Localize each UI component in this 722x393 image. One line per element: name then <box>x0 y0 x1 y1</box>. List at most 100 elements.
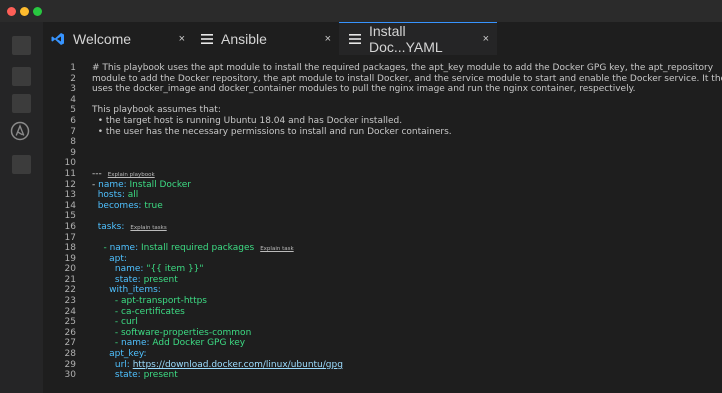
line-number: 27 <box>64 338 76 349</box>
yaml-key: name: <box>98 179 127 190</box>
yaml-key: hosts: <box>92 190 125 201</box>
line-number: 8 <box>70 137 76 148</box>
code-line: • the user has the necessary permissions… <box>92 126 452 137</box>
code-line: state: present <box>92 370 717 381</box>
search-icon[interactable] <box>12 67 31 86</box>
code-line: • the target host is running Ubuntu 18.0… <box>92 115 403 126</box>
line-number: 17 <box>64 232 76 243</box>
tab-label: Ansible <box>221 30 267 47</box>
code-line: name: "{{ item }}" <box>92 264 717 275</box>
code-line: state: present <box>92 275 717 286</box>
tab-close-button[interactable]: × <box>325 33 331 45</box>
code-editor[interactable]: 1 2 3 4 5 6 7 8 9 10 11 12 13 14 15 16 17 18 19 20 21 22 23 24 2… <box>43 55 722 393</box>
code-line: - curl <box>92 317 138 328</box>
line-number: 23 <box>64 296 76 307</box>
code-area[interactable]: # This playbook uses the apt module to i… <box>92 63 722 381</box>
close-window-button[interactable] <box>7 7 16 16</box>
line-number-gutter: 1 2 3 4 5 6 7 8 9 10 11 12 13 14 15 16 17 18 19 20 21 22 23 24 2… <box>43 63 76 381</box>
explain-task-link[interactable]: Explain task <box>260 246 293 252</box>
yaml-key: with_items: <box>92 285 161 296</box>
line-number: 9 <box>70 147 76 158</box>
line-number: 7 <box>70 126 76 137</box>
yaml-value: Add Docker GPG key <box>149 338 246 349</box>
tab-ansible[interactable]: Ansible × <box>193 22 339 55</box>
line-number: 13 <box>64 190 76 201</box>
code-line: - ca-certificates <box>92 306 185 317</box>
yaml-value: Install required packages <box>138 243 255 254</box>
yaml-key: url: <box>92 359 130 370</box>
yaml-key: apt: <box>92 253 127 264</box>
yaml-key: name: <box>109 243 139 254</box>
line-number: 19 <box>64 253 76 264</box>
yaml-value: Install Docker <box>126 179 191 190</box>
yaml-key: name: <box>121 338 150 349</box>
line-number: 29 <box>64 359 76 370</box>
minimize-window-button[interactable] <box>20 7 29 16</box>
tab-install-docker-yaml[interactable]: Install Doc...YAML × <box>339 22 497 55</box>
line-number: 12 <box>64 179 76 190</box>
yaml-dash: - <box>92 243 110 254</box>
yaml-key: state: <box>92 274 141 285</box>
line-number: 26 <box>64 327 76 338</box>
explorer-icon[interactable] <box>12 36 31 55</box>
menu-icon <box>201 33 213 44</box>
yaml-key: apt_key: <box>92 349 147 360</box>
activity-bar <box>0 22 43 393</box>
code-line: module to add the Docker repository, the… <box>92 73 722 84</box>
code-line: - apt-transport-https <box>92 296 207 307</box>
yaml-dash: - <box>92 338 121 349</box>
code-line: - name: Add Docker GPG key <box>92 338 717 349</box>
line-number: 5 <box>70 105 76 116</box>
code-line: - software-properties-common <box>92 327 252 338</box>
zoom-window-button[interactable] <box>33 7 42 16</box>
line-number: 18 <box>64 243 76 254</box>
line-number: 6 <box>70 115 76 126</box>
code-line: uses the docker_image and docker_contain… <box>92 84 636 95</box>
line-number: 25 <box>64 317 76 328</box>
ansible-icon[interactable] <box>10 121 30 141</box>
code-line: --- Explain playbook <box>92 169 717 180</box>
line-number: 4 <box>70 94 76 105</box>
yaml-doc-start: --- <box>92 168 102 179</box>
code-line: This playbook assumes that: <box>92 105 221 116</box>
line-number: 14 <box>64 200 76 211</box>
yaml-value: present <box>140 370 178 381</box>
yaml-value: all <box>124 190 139 201</box>
line-number: 20 <box>64 264 76 275</box>
code-line: hosts: all <box>92 190 717 201</box>
tab-close-button[interactable]: × <box>179 33 185 45</box>
explain-tasks-link[interactable]: Explain tasks <box>130 225 166 231</box>
tab-close-button[interactable]: × <box>483 33 489 45</box>
yaml-value: "{{ item }}" <box>143 264 204 275</box>
line-number: 16 <box>64 221 76 232</box>
yaml-key: tasks: <box>92 221 125 232</box>
yaml-key: becomes: <box>92 200 142 211</box>
scm-icon[interactable] <box>12 94 31 113</box>
code-line: apt: <box>92 254 717 265</box>
code-line: apt_key: <box>92 349 717 360</box>
tab-welcome[interactable]: Welcome × <box>43 22 193 55</box>
code-line: # This playbook uses the apt module to i… <box>92 63 714 73</box>
tab-label: Welcome <box>73 30 132 47</box>
line-number: 11 <box>64 168 76 179</box>
gpg-url-link[interactable]: https://download.docker.com/linux/ubuntu… <box>133 360 343 370</box>
line-number: 15 <box>64 211 76 222</box>
yaml-value: true <box>141 200 163 211</box>
line-number: 22 <box>64 285 76 296</box>
line-number: 28 <box>64 349 76 360</box>
tab-label: Install Doc...YAML <box>369 23 443 55</box>
line-number: 24 <box>64 306 76 317</box>
line-number: 1 <box>70 63 76 73</box>
code-line: - name: Install required packages Explain… <box>92 243 717 254</box>
tab-bar: Welcome × Ansible × Install Doc...YAML × <box>43 22 722 55</box>
line-number: 21 <box>64 274 76 285</box>
explain-playbook-link[interactable]: Explain playbook <box>108 172 155 178</box>
extensions-icon[interactable] <box>12 155 31 174</box>
yaml-key: name: <box>92 264 144 275</box>
yaml-key: state: <box>92 370 141 381</box>
line-number: 10 <box>64 158 76 169</box>
